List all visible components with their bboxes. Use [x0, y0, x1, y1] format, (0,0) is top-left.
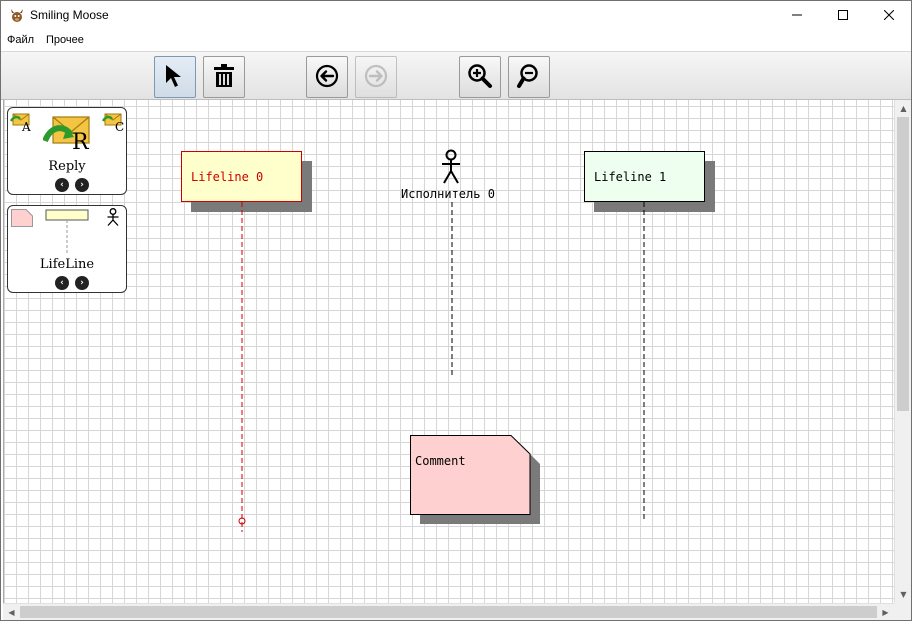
next-chevron-icon[interactable]: ›: [75, 276, 89, 290]
redo-circle-arrow-icon: [364, 64, 388, 91]
lifeline-0-box[interactable]: Lifeline 0: [181, 151, 302, 202]
pointer-arrow-icon: [162, 63, 188, 92]
zoom-out-button[interactable]: [508, 56, 550, 98]
delete-button[interactable]: [203, 56, 245, 98]
palette-item-reply[interactable]: A R C Reply ‹ ›: [7, 107, 127, 195]
minimize-button[interactable]: [774, 0, 820, 31]
undo-button[interactable]: [306, 56, 348, 98]
close-button[interactable]: [866, 0, 912, 31]
palette-reply-label: Reply: [48, 159, 86, 174]
comment-note-shape[interactable]: [409, 434, 544, 526]
maximize-icon: [838, 9, 848, 23]
scroll-left-arrow-icon[interactable]: ◀: [3, 604, 20, 621]
lifeline-0-dashed-line: [238, 202, 246, 532]
actor-mini-icon: [106, 208, 120, 229]
zoom-out-icon: [516, 63, 542, 92]
actor-0-label: Исполнитель 0: [401, 187, 495, 201]
select-tool-button[interactable]: [154, 56, 196, 98]
palette-lifeline-label: LifeLine: [39, 257, 95, 272]
vertical-scroll-thumb[interactable]: [897, 117, 909, 411]
diagram-canvas[interactable]: A R C Reply ‹ › LifeLine ‹ › Lifeline 0 …: [3, 100, 894, 603]
comment-label: Comment: [415, 454, 466, 468]
trash-icon: [212, 63, 236, 92]
toolbar: [0, 51, 912, 100]
menu-file[interactable]: Файл: [7, 34, 34, 46]
reply-big-letter: R: [72, 130, 89, 155]
close-icon: [883, 9, 895, 23]
zoom-in-icon: [467, 63, 493, 92]
minimize-icon: [792, 9, 802, 23]
actor-0-dashed-line: [451, 202, 453, 378]
redo-button[interactable]: [355, 56, 397, 98]
menu-other[interactable]: Прочее: [46, 34, 84, 46]
horizontal-scroll-thumb[interactable]: [20, 606, 877, 618]
moose-app-icon: [9, 7, 25, 23]
zoom-in-button[interactable]: [459, 56, 501, 98]
maximize-button[interactable]: [820, 0, 866, 31]
reply-small-letter-right: C: [115, 120, 125, 134]
scroll-up-arrow-icon[interactable]: ▲: [895, 100, 912, 117]
next-chevron-icon[interactable]: ›: [75, 178, 89, 192]
scrollbar-corner: [894, 603, 911, 620]
reply-small-letter-left: A: [22, 120, 31, 134]
actor-stick-figure-icon[interactable]: [441, 149, 461, 188]
scroll-right-arrow-icon[interactable]: ▶: [877, 604, 894, 621]
horizontal-scrollbar[interactable]: ◀ ▶: [3, 603, 894, 620]
prev-chevron-icon[interactable]: ‹: [55, 178, 69, 192]
undo-circle-arrow-icon: [315, 64, 339, 91]
scroll-down-arrow-icon[interactable]: ▼: [895, 586, 912, 603]
lifeline-mini-icon: [45, 209, 89, 258]
vertical-scrollbar[interactable]: ▲ ▼: [894, 100, 911, 603]
window-title: Smiling Moose: [30, 8, 109, 22]
comment-note-icon: [11, 209, 33, 230]
title-bar: Smiling Moose: [0, 0, 912, 31]
palette-item-lifeline[interactable]: LifeLine ‹ ›: [7, 205, 127, 293]
lifeline-1-box[interactable]: Lifeline 1: [584, 151, 705, 202]
lifeline-1-dashed-line: [643, 202, 645, 522]
menu-bar: Файл Прочее: [0, 31, 912, 51]
prev-chevron-icon[interactable]: ‹: [55, 276, 69, 290]
